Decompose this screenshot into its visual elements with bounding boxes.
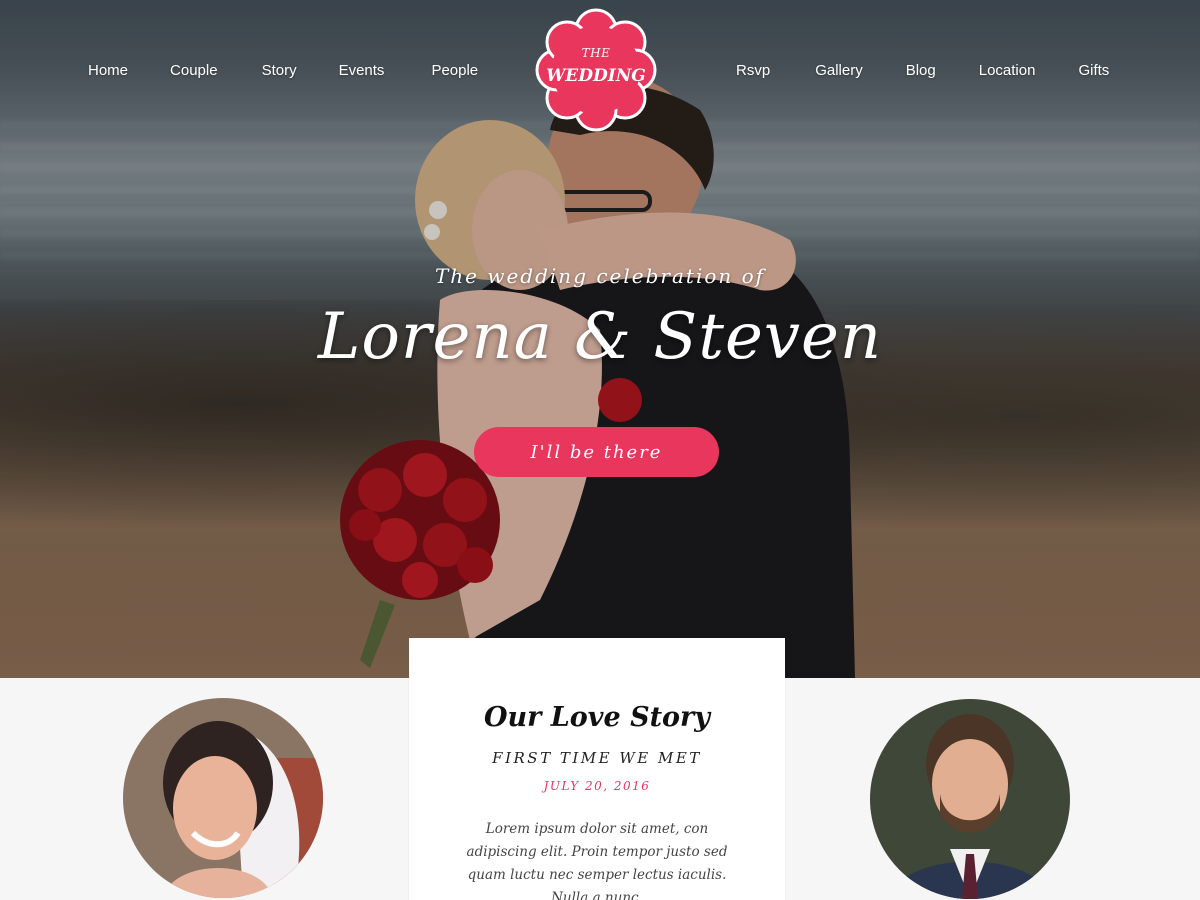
rsvp-cta-button[interactable]: I'll be there <box>474 427 719 477</box>
nav-couple[interactable]: Couple <box>170 62 218 84</box>
nav-location[interactable]: Location <box>979 62 1036 84</box>
love-story-card: Our Love Story FIRST TIME WE MET JULY 20… <box>409 638 785 900</box>
bride-avatar <box>123 698 323 898</box>
nav-rsvp[interactable]: Rsvp <box>736 62 770 84</box>
nav-people[interactable]: People <box>431 62 478 84</box>
main-nav-right: Rsvp Gallery Blog Location Gifts <box>736 62 1109 84</box>
groom-avatar <box>870 699 1070 899</box>
nav-home[interactable]: Home <box>88 62 128 84</box>
hero-subtitle: The wedding celebration of <box>434 264 766 288</box>
site-logo[interactable]: THE WEDDING <box>535 8 657 132</box>
story-text: Lorem ipsum dolor sit amet, con adipisci… <box>466 821 728 900</box>
nav-story[interactable]: Story <box>262 62 297 84</box>
story-date: JULY 20, 2016 <box>543 779 651 793</box>
story-subtitle: FIRST TIME WE MET <box>492 749 702 767</box>
couple-names: Lorena & Steven <box>317 300 883 374</box>
logo-line2: WEDDING <box>546 66 646 86</box>
main-nav-left: Home Couple Story Events People <box>88 62 478 84</box>
logo-line1: THE <box>581 46 611 60</box>
nav-gifts[interactable]: Gifts <box>1078 62 1109 84</box>
nav-blog[interactable]: Blog <box>906 62 936 84</box>
nav-events[interactable]: Events <box>339 62 385 84</box>
story-title: Our Love Story <box>484 702 710 733</box>
nav-gallery[interactable]: Gallery <box>815 62 863 84</box>
